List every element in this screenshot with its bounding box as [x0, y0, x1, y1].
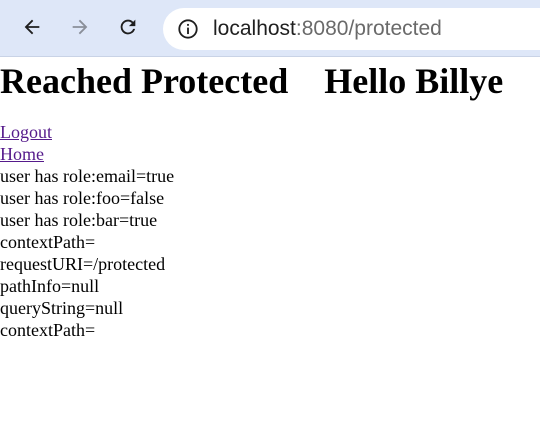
path-info-line: pathInfo=null	[0, 276, 100, 296]
page-content: Reached Protected Hello Billye Logout Ho…	[0, 61, 540, 341]
forward-arrow-icon	[72, 19, 88, 35]
reload-button[interactable]	[110, 9, 146, 45]
browser-toolbar: localhost:8080/protected	[0, 0, 540, 57]
role-email-line: user has role:email=true	[0, 166, 175, 186]
url-path: :8080/protected	[295, 17, 442, 40]
forward-button[interactable]	[62, 9, 98, 45]
logout-link[interactable]: Logout	[0, 121, 540, 143]
url-text[interactable]: localhost:8080/protected	[213, 17, 442, 41]
info-icon[interactable]	[177, 18, 199, 40]
url-host: localhost	[213, 17, 296, 40]
role-bar-line: user has role:bar=true	[0, 210, 158, 230]
request-uri-line: requestURI=/protected	[0, 254, 166, 274]
context-path-line-2: contextPath=	[0, 320, 96, 340]
back-button[interactable]	[14, 9, 50, 45]
back-arrow-icon	[24, 19, 40, 35]
query-string-line: queryString=null	[0, 298, 124, 318]
reload-icon	[120, 19, 136, 35]
home-link[interactable]: Home	[0, 143, 540, 165]
context-path-line: contextPath=	[0, 232, 96, 252]
page-title: Reached Protected Hello Billye	[0, 61, 504, 101]
role-foo-line: user has role:foo=false	[0, 188, 165, 208]
address-bar[interactable]: localhost:8080/protected	[163, 8, 540, 50]
